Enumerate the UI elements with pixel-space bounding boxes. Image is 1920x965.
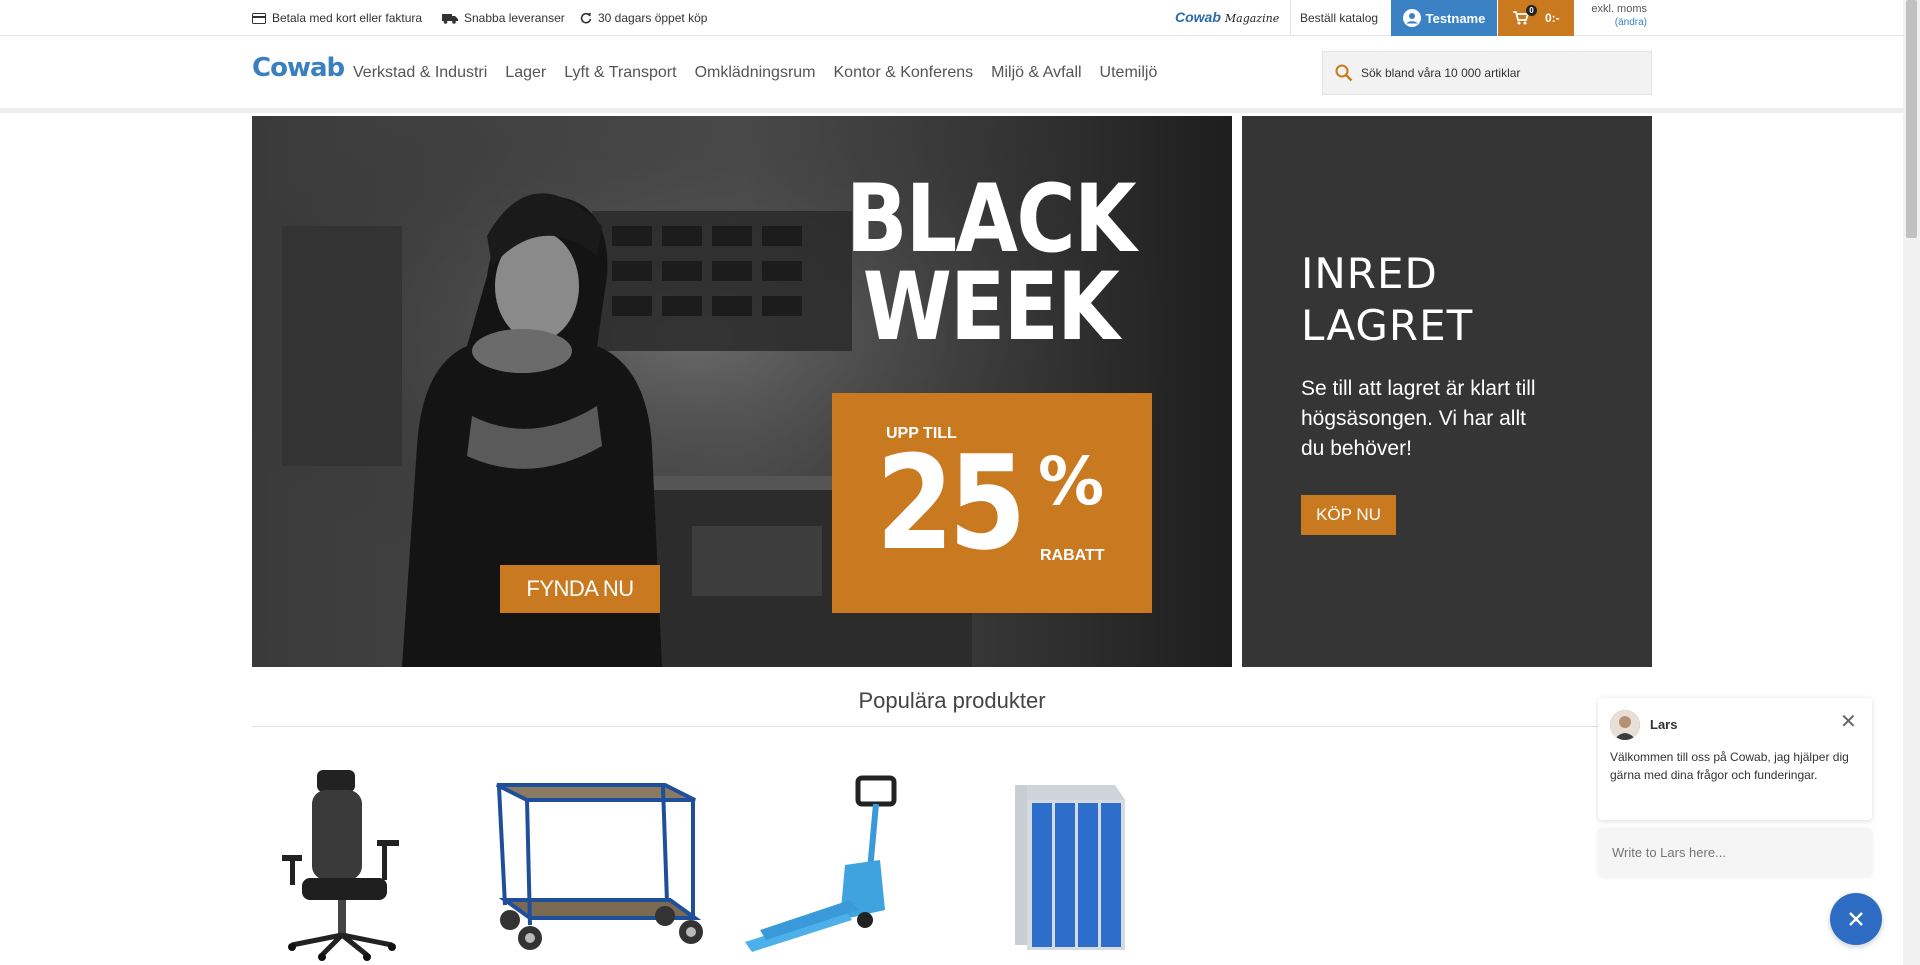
nav-item-utemiljo[interactable]: Utemiljö — [1100, 64, 1158, 82]
usp-delivery: Snabba leveranser — [442, 0, 565, 36]
usp-returns: 30 dagars öppet köp — [580, 0, 707, 36]
agent-avatar — [1610, 710, 1640, 740]
product-pallet-jack[interactable] — [740, 760, 960, 965]
offer-number: 25 — [876, 427, 1026, 579]
nav-item-kontor[interactable]: Kontor & Konferens — [834, 64, 974, 82]
nav-item-lager[interactable]: Lager — [505, 64, 546, 82]
title-line: INRED — [1301, 249, 1438, 298]
section-divider — [252, 726, 1652, 727]
chat-input[interactable] — [1598, 828, 1872, 876]
product-office-chair[interactable] — [252, 760, 472, 965]
title-line: BLACK — [845, 165, 1137, 274]
top-utility-bar: Betala med kort eller faktura Snabba lev… — [0, 0, 1903, 36]
product-lockers[interactable] — [985, 760, 1205, 965]
agent-name: Lars — [1650, 717, 1678, 732]
credit-card-icon — [252, 12, 266, 24]
title-line: WEEK — [862, 253, 1120, 362]
account-button[interactable]: Testname — [1391, 0, 1497, 36]
search-box[interactable] — [1322, 51, 1652, 95]
office-chair-image — [282, 770, 399, 961]
nav-item-miljo[interactable]: Miljö & Avfall — [991, 64, 1081, 82]
nav-item-verkstad[interactable]: Verkstad & Industri — [353, 64, 487, 82]
discount-badge: UPP TILL 25 % RABATT — [832, 393, 1152, 613]
chat-toggle-button[interactable] — [1830, 893, 1882, 945]
trolley-image — [496, 783, 703, 950]
main-header: Cowab Verkstad & Industri Lager Lyft & T… — [0, 37, 1903, 113]
cart-button[interactable]: 0 0:- — [1498, 0, 1574, 36]
magazine-word: Magazine — [1224, 12, 1280, 25]
order-catalog-link[interactable]: Beställ katalog — [1300, 0, 1378, 36]
chat-widget: Lars ✕ Välkommen till oss på Cowab, jag … — [1598, 698, 1872, 878]
cart-total: 0:- — [1545, 11, 1560, 25]
user-icon — [1402, 9, 1421, 27]
lockers-image — [1015, 785, 1125, 950]
usp-label: 30 dagars öppet köp — [598, 11, 708, 25]
usp-label: Snabba leveranser — [464, 11, 565, 25]
close-icon — [1849, 912, 1863, 926]
hero-warehouse-banner[interactable]: INRED LAGRET Se till att lagret är klart… — [1242, 116, 1652, 667]
search-input[interactable] — [1361, 66, 1641, 80]
nav-item-omkladningsrum[interactable]: Omklädningsrum — [695, 64, 816, 82]
refresh-icon — [580, 12, 592, 24]
site-logo[interactable]: Cowab — [252, 53, 345, 83]
pallet-jack-image — [745, 775, 897, 952]
search-icon[interactable] — [1335, 64, 1353, 82]
main-nav: Verkstad & Industri Lager Lyft & Transpo… — [353, 37, 1175, 109]
scrollbar-thumb[interactable] — [1906, 0, 1917, 238]
cart-count-badge: 0 — [1526, 5, 1537, 16]
buy-now-button[interactable]: KÖP NU — [1301, 495, 1396, 535]
close-icon[interactable]: ✕ — [1840, 712, 1857, 732]
truck-icon — [442, 13, 458, 24]
chat-message: Välkommen till oss på Cowab, jag hjälper… — [1610, 750, 1849, 782]
divider — [1290, 0, 1291, 36]
black-week-title: BLACK WEEK — [827, 165, 1154, 362]
shop-deals-button[interactable]: FYNDA NU — [500, 565, 660, 613]
magazine-link[interactable]: Cowab Magazine — [1175, 9, 1279, 25]
usp-payment: Betala med kort eller faktura — [252, 0, 422, 36]
vat-toggle[interactable]: exkl. moms (ändra) — [1585, 3, 1647, 29]
offer-percent: % — [1038, 443, 1105, 520]
warehouse-title: INRED LAGRET — [1301, 248, 1473, 352]
title-line: LAGRET — [1301, 301, 1474, 350]
magazine-logo: Cowab — [1175, 9, 1221, 25]
vat-label: exkl. moms — [1591, 3, 1647, 15]
nav-item-lyft[interactable]: Lyft & Transport — [564, 64, 676, 82]
vat-change-link[interactable]: (ändra) — [1585, 16, 1647, 29]
chat-message-card: Lars ✕ Välkommen till oss på Cowab, jag … — [1598, 698, 1872, 820]
usp-label: Betala med kort eller faktura — [272, 11, 423, 25]
warehouse-description: Se till att lagret är klart till högsäso… — [1301, 377, 1536, 460]
account-name: Testname — [1425, 10, 1486, 26]
hero-black-week-banner[interactable]: BLACK WEEK UPP TILL 25 % RABATT FYNDA NU — [252, 116, 1232, 667]
product-trolley[interactable] — [495, 760, 715, 965]
popular-products-heading: Populära produkter — [858, 688, 1046, 713]
offer-suffix: RABATT — [1040, 547, 1105, 564]
